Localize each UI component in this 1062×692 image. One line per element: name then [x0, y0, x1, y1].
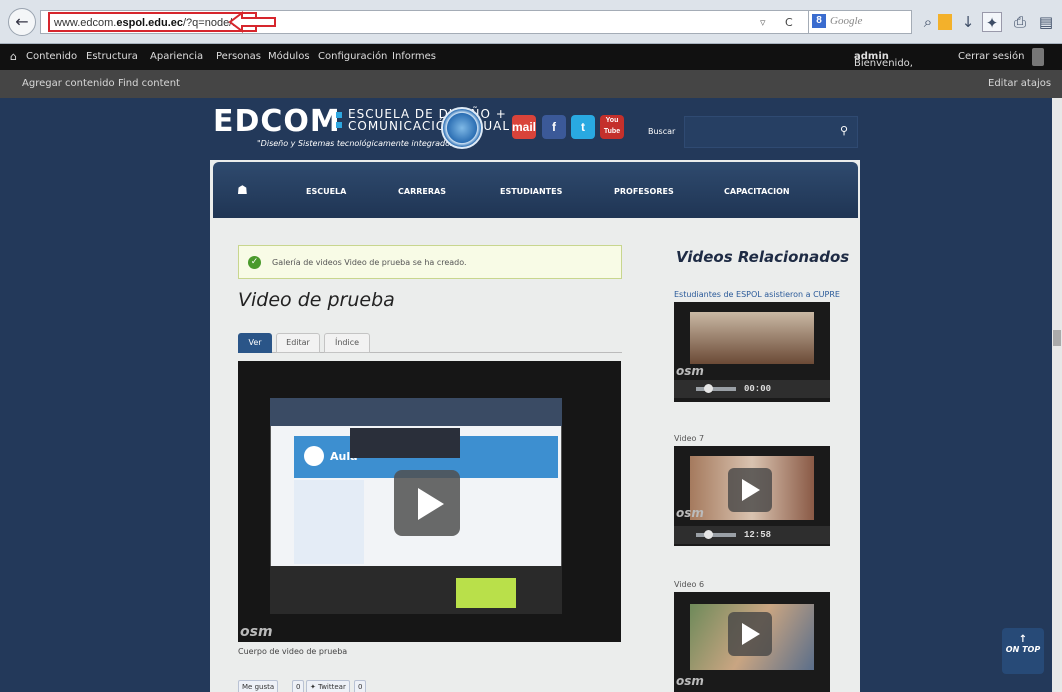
youtube-icon[interactable]: You Tube	[600, 115, 624, 139]
related-videos-title: Videos Relacionados	[676, 248, 850, 266]
on-top-label: ON TOP	[1005, 645, 1041, 654]
related-video-watermark: osm	[676, 674, 704, 688]
video-time: 12:58	[744, 530, 772, 540]
video-frame-window	[456, 578, 516, 608]
admin-menu-estructura[interactable]: Estructura	[86, 51, 138, 62]
shortcut-add-content[interactable]: Agregar contenido	[22, 78, 115, 89]
download-icon[interactable]: ↓	[958, 12, 978, 32]
nav-carreras[interactable]: CARRERAS	[398, 187, 446, 196]
tweet-button[interactable]: ✦ Twittear	[306, 680, 350, 692]
nav-profesores[interactable]: PROFESORES	[614, 187, 674, 196]
logout-link[interactable]: Cerrar sesión	[958, 51, 1024, 62]
nav-home-icon[interactable]: ☗	[237, 183, 248, 197]
related-video-link-1[interactable]: Estudiantes de ESPOL asistieron a CUPRE	[674, 290, 840, 299]
check-icon: ✓	[248, 256, 261, 269]
video-frame-sidebar	[294, 480, 364, 564]
admin-menu-apariencia[interactable]: Apariencia	[150, 51, 203, 62]
tab-editar[interactable]: Editar	[276, 333, 320, 353]
search-label: Buscar	[648, 127, 676, 136]
addon-icon[interactable]: ✦	[982, 12, 1002, 32]
reload-icon[interactable]: C	[785, 16, 793, 29]
print-icon[interactable]: ⎙	[1010, 12, 1030, 32]
play-icon	[742, 623, 760, 645]
tweet-label: Twittear	[318, 683, 346, 691]
video-caption: Cuerpo de video de prueba	[238, 647, 348, 656]
aula-logo-icon	[304, 446, 324, 466]
like-label: Me gusta	[242, 683, 275, 691]
facebook-icon[interactable]: f	[542, 115, 566, 139]
tab-indice[interactable]: Índice	[324, 333, 370, 353]
site-tagline: "Diseño y Sistemas tecnológicamente inte…	[257, 139, 458, 148]
admin-toolbar: ⌂ Contenido Estructura Apariencia Person…	[0, 44, 1062, 70]
admin-menu-personas[interactable]: Personas	[216, 51, 261, 62]
search-magnifier-icon[interactable]: ⌕	[918, 12, 938, 32]
video-frame-menu	[350, 428, 460, 458]
scrollbar-thumb[interactable]	[1053, 330, 1061, 346]
admin-menu-informes[interactable]: Informes	[392, 51, 436, 62]
on-top-button[interactable]: ↑ ON TOP	[1002, 628, 1044, 674]
logo-dot	[336, 122, 342, 128]
progress-bar[interactable]	[696, 533, 736, 537]
video-time: 00:00	[744, 384, 772, 394]
search-placeholder: Google	[830, 15, 863, 27]
progress-bar[interactable]	[696, 387, 736, 391]
nav-capacitacion[interactable]: CAPACITACION	[724, 187, 790, 196]
logo-line2: COMUNICACIÓN VISUAL	[348, 119, 511, 133]
related-video-link-3[interactable]: Video 6	[674, 580, 704, 589]
progress-knob[interactable]	[704, 384, 713, 393]
nav-escuela[interactable]: ESCUELA	[306, 187, 346, 196]
espol-seal-icon	[441, 107, 483, 149]
admin-menu-modulos[interactable]: Módulos	[268, 51, 310, 62]
related-video-thumbnail-1	[690, 312, 814, 364]
twitter-icon[interactable]: t	[571, 115, 595, 139]
bookmark-icon[interactable]	[938, 14, 952, 30]
logo-dot	[336, 112, 342, 118]
video-frame-taskbar	[270, 566, 562, 614]
edit-shortcuts-link[interactable]: Editar atajos	[988, 78, 1051, 89]
page-scrollbar[interactable]	[1052, 98, 1062, 692]
google-icon[interactable]: 8	[812, 14, 826, 28]
nav-estudiantes[interactable]: ESTUDIANTES	[500, 187, 562, 196]
player-watermark: osm	[240, 624, 273, 640]
shortcut-bar: Agregar contenido Find content Editar at…	[0, 70, 1062, 98]
toolbar-toggle-handle[interactable]	[1032, 48, 1044, 66]
facebook-like-button[interactable]: Me gusta	[238, 680, 279, 692]
shortcut-find-content[interactable]: Find content	[118, 78, 180, 89]
search-icon[interactable]: ⚲	[840, 124, 848, 137]
red-arrow-annotation	[228, 11, 276, 33]
play-icon	[418, 488, 444, 520]
progress-knob[interactable]	[704, 530, 713, 539]
welcome-text: Bienvenido, admin	[854, 51, 913, 69]
url-text[interactable]: www.edcom.espol.edu.ec/?q=node/166	[48, 12, 257, 32]
site-logo[interactable]: EDCOM	[213, 104, 341, 139]
related-video-watermark: osm	[676, 364, 704, 378]
admin-menu-configuracion[interactable]: Configuración	[318, 51, 387, 62]
menu-icon[interactable]: ▤	[1036, 12, 1056, 32]
up-arrow-icon: ↑	[1018, 634, 1028, 645]
tweet-count: 0	[354, 680, 367, 692]
tab-ver[interactable]: Ver	[238, 333, 272, 353]
related-video-link-2[interactable]: Video 7	[674, 434, 704, 443]
status-message-text: Galería de videos Video de prueba se ha …	[272, 258, 467, 267]
admin-menu-contenido[interactable]: Contenido	[26, 51, 77, 62]
related-video-watermark: osm	[676, 506, 704, 520]
site-search-input[interactable]	[684, 116, 858, 148]
video-frame-toolbar	[270, 398, 562, 426]
play-icon	[742, 479, 760, 501]
home-icon[interactable]: ⌂	[10, 50, 17, 63]
back-button[interactable]: ←	[8, 8, 36, 36]
mail-icon[interactable]: mail	[512, 115, 536, 139]
like-count: 0	[292, 680, 305, 692]
page-title: Video de prueba	[238, 289, 395, 311]
url-dropdown-icon[interactable]: ▿	[760, 16, 766, 29]
